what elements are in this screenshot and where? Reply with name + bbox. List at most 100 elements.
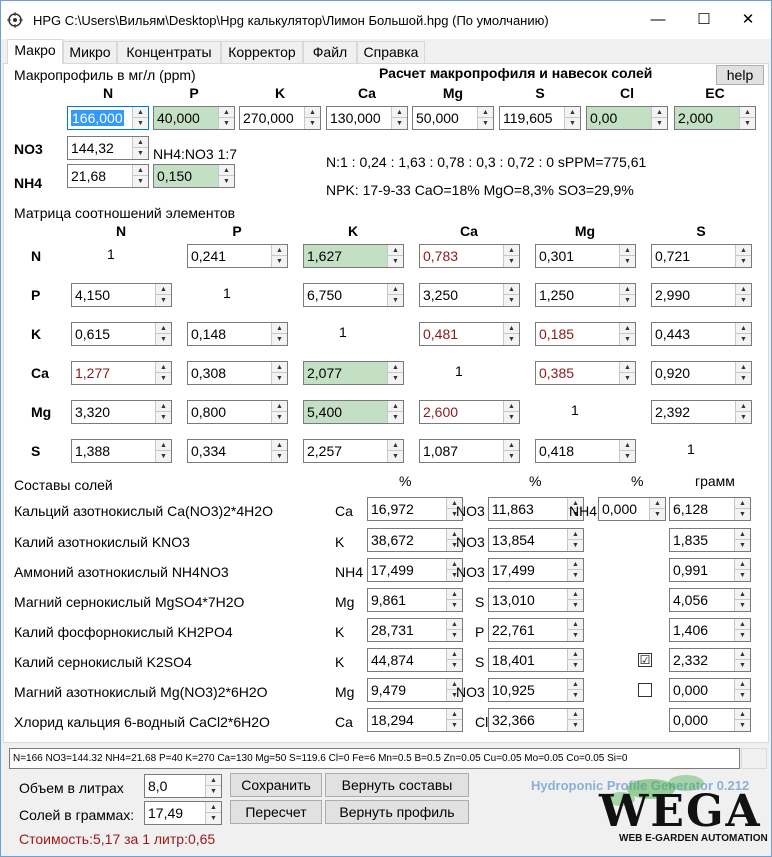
salt-percent-1[interactable]: 9,861 ▲ ▼ (367, 588, 463, 612)
matrix-cell-k-n[interactable]: 0,615 ▲ ▼ (71, 322, 172, 346)
salt-percent-3[interactable]: 0,000 ▲ ▼ (598, 497, 666, 521)
macro-field-ca[interactable]: 130,000 ▲ ▼ (326, 106, 408, 130)
close-button[interactable]: ✕ (725, 1, 771, 39)
salt-element-2: NO3 (456, 684, 485, 700)
macro-field-p[interactable]: 40,000 ▲ ▼ (153, 106, 235, 130)
salt-percent-2[interactable]: 13,010 ▲ ▼ (488, 588, 584, 612)
no3-label: NO3 (14, 141, 43, 157)
restore-profile-button[interactable]: Вернуть профиль (325, 800, 469, 824)
macro-heading: Макропрофиль в мг/л (ppm) (14, 67, 196, 83)
tab-concentrates[interactable]: Концентраты (117, 41, 221, 63)
salt-element-2: NO3 (456, 534, 485, 550)
macro-col-ec: EC (705, 85, 725, 101)
matrix-cell-mg-ca[interactable]: 2,600 ▲ ▼ (419, 400, 520, 424)
matrix-cell-s-n[interactable]: 1,388 ▲ ▼ (71, 439, 172, 463)
matrix-cell-p-s[interactable]: 2,990 ▲ ▼ (651, 283, 752, 307)
matrix-cell-k-ca[interactable]: 0,481 ▲ ▼ (419, 322, 520, 346)
matrix-cell-ca-mg[interactable]: 0,385 ▲ ▼ (535, 361, 636, 385)
restore-compositions-button[interactable]: Вернуть составы (325, 773, 469, 797)
matrix-cell-n-p[interactable]: 0,241 ▲ ▼ (187, 244, 288, 268)
matrix-cell-s-k[interactable]: 2,257 ▲ ▼ (303, 439, 404, 463)
matrix-cell-mg-n[interactable]: 3,320 ▲ ▼ (71, 400, 172, 424)
macro-field-mg[interactable]: 50,000 ▲ ▼ (412, 106, 494, 130)
matrix-cell-p-mg[interactable]: 1,250 ▲ ▼ (535, 283, 636, 307)
salt-grams[interactable]: 0,000 ▲ ▼ (669, 678, 751, 702)
matrix-cell-mg-k[interactable]: 5,400 ▲ ▼ (303, 400, 404, 424)
matrix-cell-n-mg[interactable]: 0,301 ▲ ▼ (535, 244, 636, 268)
matrix-cell-k-mg[interactable]: 0,185 ▲ ▼ (535, 322, 636, 346)
matrix-cell-k-s[interactable]: 0,443 ▲ ▼ (651, 322, 752, 346)
tab-micro[interactable]: Микро (63, 41, 117, 63)
minimize-button[interactable]: — (635, 1, 681, 39)
salts-grams-field[interactable]: 17,49 ▲ ▼ (144, 801, 222, 825)
macro-field-cl[interactable]: 0,00 ▲ ▼ (586, 106, 668, 130)
matrix-cell-ca-ca: 1 (455, 363, 463, 379)
help-button[interactable]: help (716, 65, 764, 85)
save-button[interactable]: Сохранить (230, 773, 322, 797)
salt-percent-2[interactable]: 32,366 ▲ ▼ (488, 708, 584, 732)
matrix-cell-n-s[interactable]: 0,721 ▲ ▼ (651, 244, 752, 268)
tab-file[interactable]: Файл (303, 41, 357, 63)
matrix-cell-k-p[interactable]: 0,148 ▲ ▼ (187, 322, 288, 346)
salt-percent-2[interactable]: 22,761 ▲ ▼ (488, 618, 584, 642)
salt-percent-1[interactable]: 9,479 ▲ ▼ (367, 678, 463, 702)
no3-field[interactable]: 144,32 ▲ ▼ (67, 136, 149, 160)
salt-percent-2[interactable]: 18,401 ▲ ▼ (488, 648, 584, 672)
salt-enable-checkbox[interactable] (638, 683, 652, 697)
matrix-cell-ca-n[interactable]: 1,277 ▲ ▼ (71, 361, 172, 385)
tab-corrector[interactable]: Корректор (221, 41, 303, 63)
salt-name: Калий фосфорнокислый KH2PO4 (14, 624, 233, 640)
salt-grams[interactable]: 0,000 ▲ ▼ (669, 708, 751, 732)
matrix-cell-s-mg[interactable]: 0,418 ▲ ▼ (535, 439, 636, 463)
salt-grams[interactable]: 2,332 ▲ ▼ (669, 648, 751, 672)
macro-field-s[interactable]: 119,605 ▲ ▼ (499, 106, 581, 130)
matrix-cell-s-p[interactable]: 0,334 ▲ ▼ (187, 439, 288, 463)
salt-grams[interactable]: 4,056 ▲ ▼ (669, 588, 751, 612)
matrix-cell-ca-p[interactable]: 0,308 ▲ ▼ (187, 361, 288, 385)
salt-enable-checkbox[interactable]: ☑ (638, 653, 652, 667)
recalc-button[interactable]: Пересчет (230, 800, 322, 824)
matrix-cell-n-k[interactable]: 1,627 ▲ ▼ (303, 244, 404, 268)
salt-name: Кальций азотнокислый Ca(NO3)2*4H2O (14, 503, 273, 519)
macro-field-n[interactable]: 166,000 ▲ ▼ (67, 106, 149, 130)
salt-grams[interactable]: 6,128 ▲ ▼ (669, 497, 751, 521)
tab-bar: Макро Микро Концентраты Корректор Файл С… (1, 39, 771, 64)
tab-macro[interactable]: Макро (7, 39, 63, 64)
salt-grams[interactable]: 1,406 ▲ ▼ (669, 618, 751, 642)
maximize-button[interactable]: ☐ (681, 1, 727, 39)
matrix-cell-p-ca[interactable]: 3,250 ▲ ▼ (419, 283, 520, 307)
salt-percent-1[interactable]: 28,731 ▲ ▼ (367, 618, 463, 642)
salt-element-1: K (335, 654, 345, 670)
salt-element-2: P (475, 624, 485, 640)
salt-percent-1[interactable]: 38,672 ▲ ▼ (367, 528, 463, 552)
window-title: HPG C:\Users\Вильям\Desktop\Hpg калькуля… (33, 13, 549, 28)
salt-percent-2[interactable]: 10,925 ▲ ▼ (488, 678, 584, 702)
matrix-cell-n-ca[interactable]: 0,783 ▲ ▼ (419, 244, 520, 268)
salt-grams[interactable]: 1,835 ▲ ▼ (669, 528, 751, 552)
matrix-cell-p-n[interactable]: 4,150 ▲ ▼ (71, 283, 172, 307)
matrix-cell-s-ca[interactable]: 1,087 ▲ ▼ (419, 439, 520, 463)
tab-help[interactable]: Справка (357, 41, 425, 63)
macro-field-k[interactable]: 270,000 ▲ ▼ (239, 106, 321, 130)
salt-percent-1[interactable]: 18,294 ▲ ▼ (367, 708, 463, 732)
nh4-no3-ratio-label: NH4:NO3 1:7 (153, 146, 238, 162)
matrix-cell-mg-s[interactable]: 2,392 ▲ ▼ (651, 400, 752, 424)
salt-percent-2[interactable]: 13,854 ▲ ▼ (488, 528, 584, 552)
matrix-cell-ca-s[interactable]: 0,920 ▲ ▼ (651, 361, 752, 385)
nh4-ratio-field[interactable]: 0,150 ▲ ▼ (153, 164, 235, 188)
salt-name: Магний сернокислый MgSO4*7H2O (14, 594, 245, 610)
macro-col-k: K (274, 85, 286, 101)
matrix-cell-mg-p[interactable]: 0,800 ▲ ▼ (187, 400, 288, 424)
salt-percent-1[interactable]: 17,499 ▲ ▼ (367, 558, 463, 582)
salt-percent-1[interactable]: 44,874 ▲ ▼ (367, 648, 463, 672)
salt-percent-1[interactable]: 16,972 ▲ ▼ (367, 497, 463, 521)
matrix-cell-p-k[interactable]: 6,750 ▲ ▼ (303, 283, 404, 307)
ratio-line: N:1 : 0,24 : 1,63 : 0,78 : 0,3 : 0,72 : … (326, 154, 647, 170)
volume-field[interactable]: 8,0 ▲ ▼ (144, 774, 222, 798)
salt-percent-2[interactable]: 17,499 ▲ ▼ (488, 558, 584, 582)
matrix-cell-ca-k[interactable]: 2,077 ▲ ▼ (303, 361, 404, 385)
nh4-field[interactable]: 21,68 ▲ ▼ (67, 164, 149, 188)
salt-grams[interactable]: 0,991 ▲ ▼ (669, 558, 751, 582)
macro-field-ec[interactable]: 2,000 ▲ ▼ (674, 106, 756, 130)
macro-col-cl: Cl (620, 85, 634, 101)
